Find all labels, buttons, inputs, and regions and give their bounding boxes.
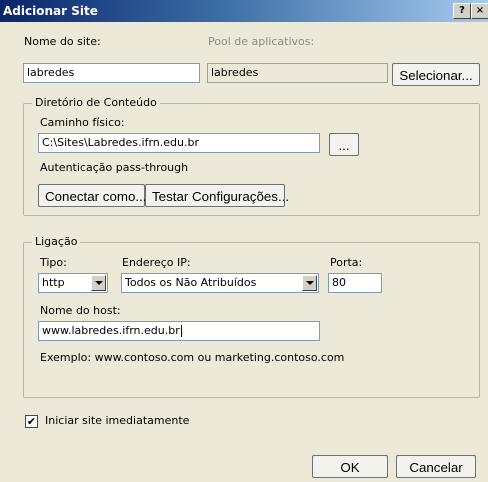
cancel-button[interactable]: Cancelar (396, 455, 476, 478)
help-button[interactable]: ? (453, 3, 471, 19)
chevron-down-icon[interactable] (302, 275, 317, 291)
binding-group: Ligação (23, 235, 480, 398)
type-select[interactable]: http (38, 273, 108, 293)
ip-address-select[interactable]: Todos os Não Atribuídos (121, 273, 319, 293)
host-name-value: www.labredes.ifrn.edu.br (42, 324, 180, 337)
ok-button[interactable]: OK (312, 455, 388, 478)
type-select-value: http (42, 276, 65, 289)
text-caret (180, 325, 182, 337)
app-pool-label: Pool de aplicativos: (208, 35, 315, 48)
ip-address-select-value: Todos os Não Atribuídos (125, 276, 257, 289)
start-immediately-checkbox[interactable]: ✔ (25, 415, 38, 428)
ip-address-label: Endereço IP: (122, 256, 191, 269)
close-button[interactable]: × (471, 3, 488, 19)
add-site-dialog: Adicionar Site ? × Nome do site: labrede… (0, 0, 488, 482)
test-settings-button[interactable]: Testar Configurações... (145, 184, 289, 207)
window-title: Adicionar Site (3, 4, 98, 18)
select-pool-button[interactable]: Selecionar... (392, 63, 480, 86)
host-name-label: Nome do host: (40, 304, 121, 317)
browse-path-button[interactable]: ... (329, 133, 359, 156)
title-bar: Adicionar Site ? × (0, 0, 488, 22)
physical-path-label: Caminho físico: (40, 116, 125, 129)
physical-path-input[interactable]: C:\Sites\Labredes.ifrn.edu.br (38, 133, 320, 153)
host-example-text: Exemplo: www.contoso.com ou marketing.co… (40, 351, 345, 364)
start-immediately-label: Iniciar site imediatamente (45, 414, 190, 427)
host-name-input[interactable]: www.labredes.ifrn.edu.br (38, 321, 320, 341)
content-directory-legend: Diretório de Conteúdo (32, 96, 160, 109)
site-name-input[interactable]: labredes (23, 63, 200, 83)
site-name-label: Nome do site: (24, 35, 101, 48)
type-label: Tipo: (40, 256, 67, 269)
app-pool-field: labredes (207, 63, 388, 83)
connect-as-button[interactable]: Conectar como... (38, 184, 146, 207)
port-input[interactable]: 80 (328, 273, 382, 293)
chevron-down-icon[interactable] (91, 275, 106, 291)
binding-legend: Ligação (32, 235, 81, 248)
port-label: Porta: (330, 256, 363, 269)
auth-pass-through-text: Autenticação pass-through (40, 161, 189, 174)
